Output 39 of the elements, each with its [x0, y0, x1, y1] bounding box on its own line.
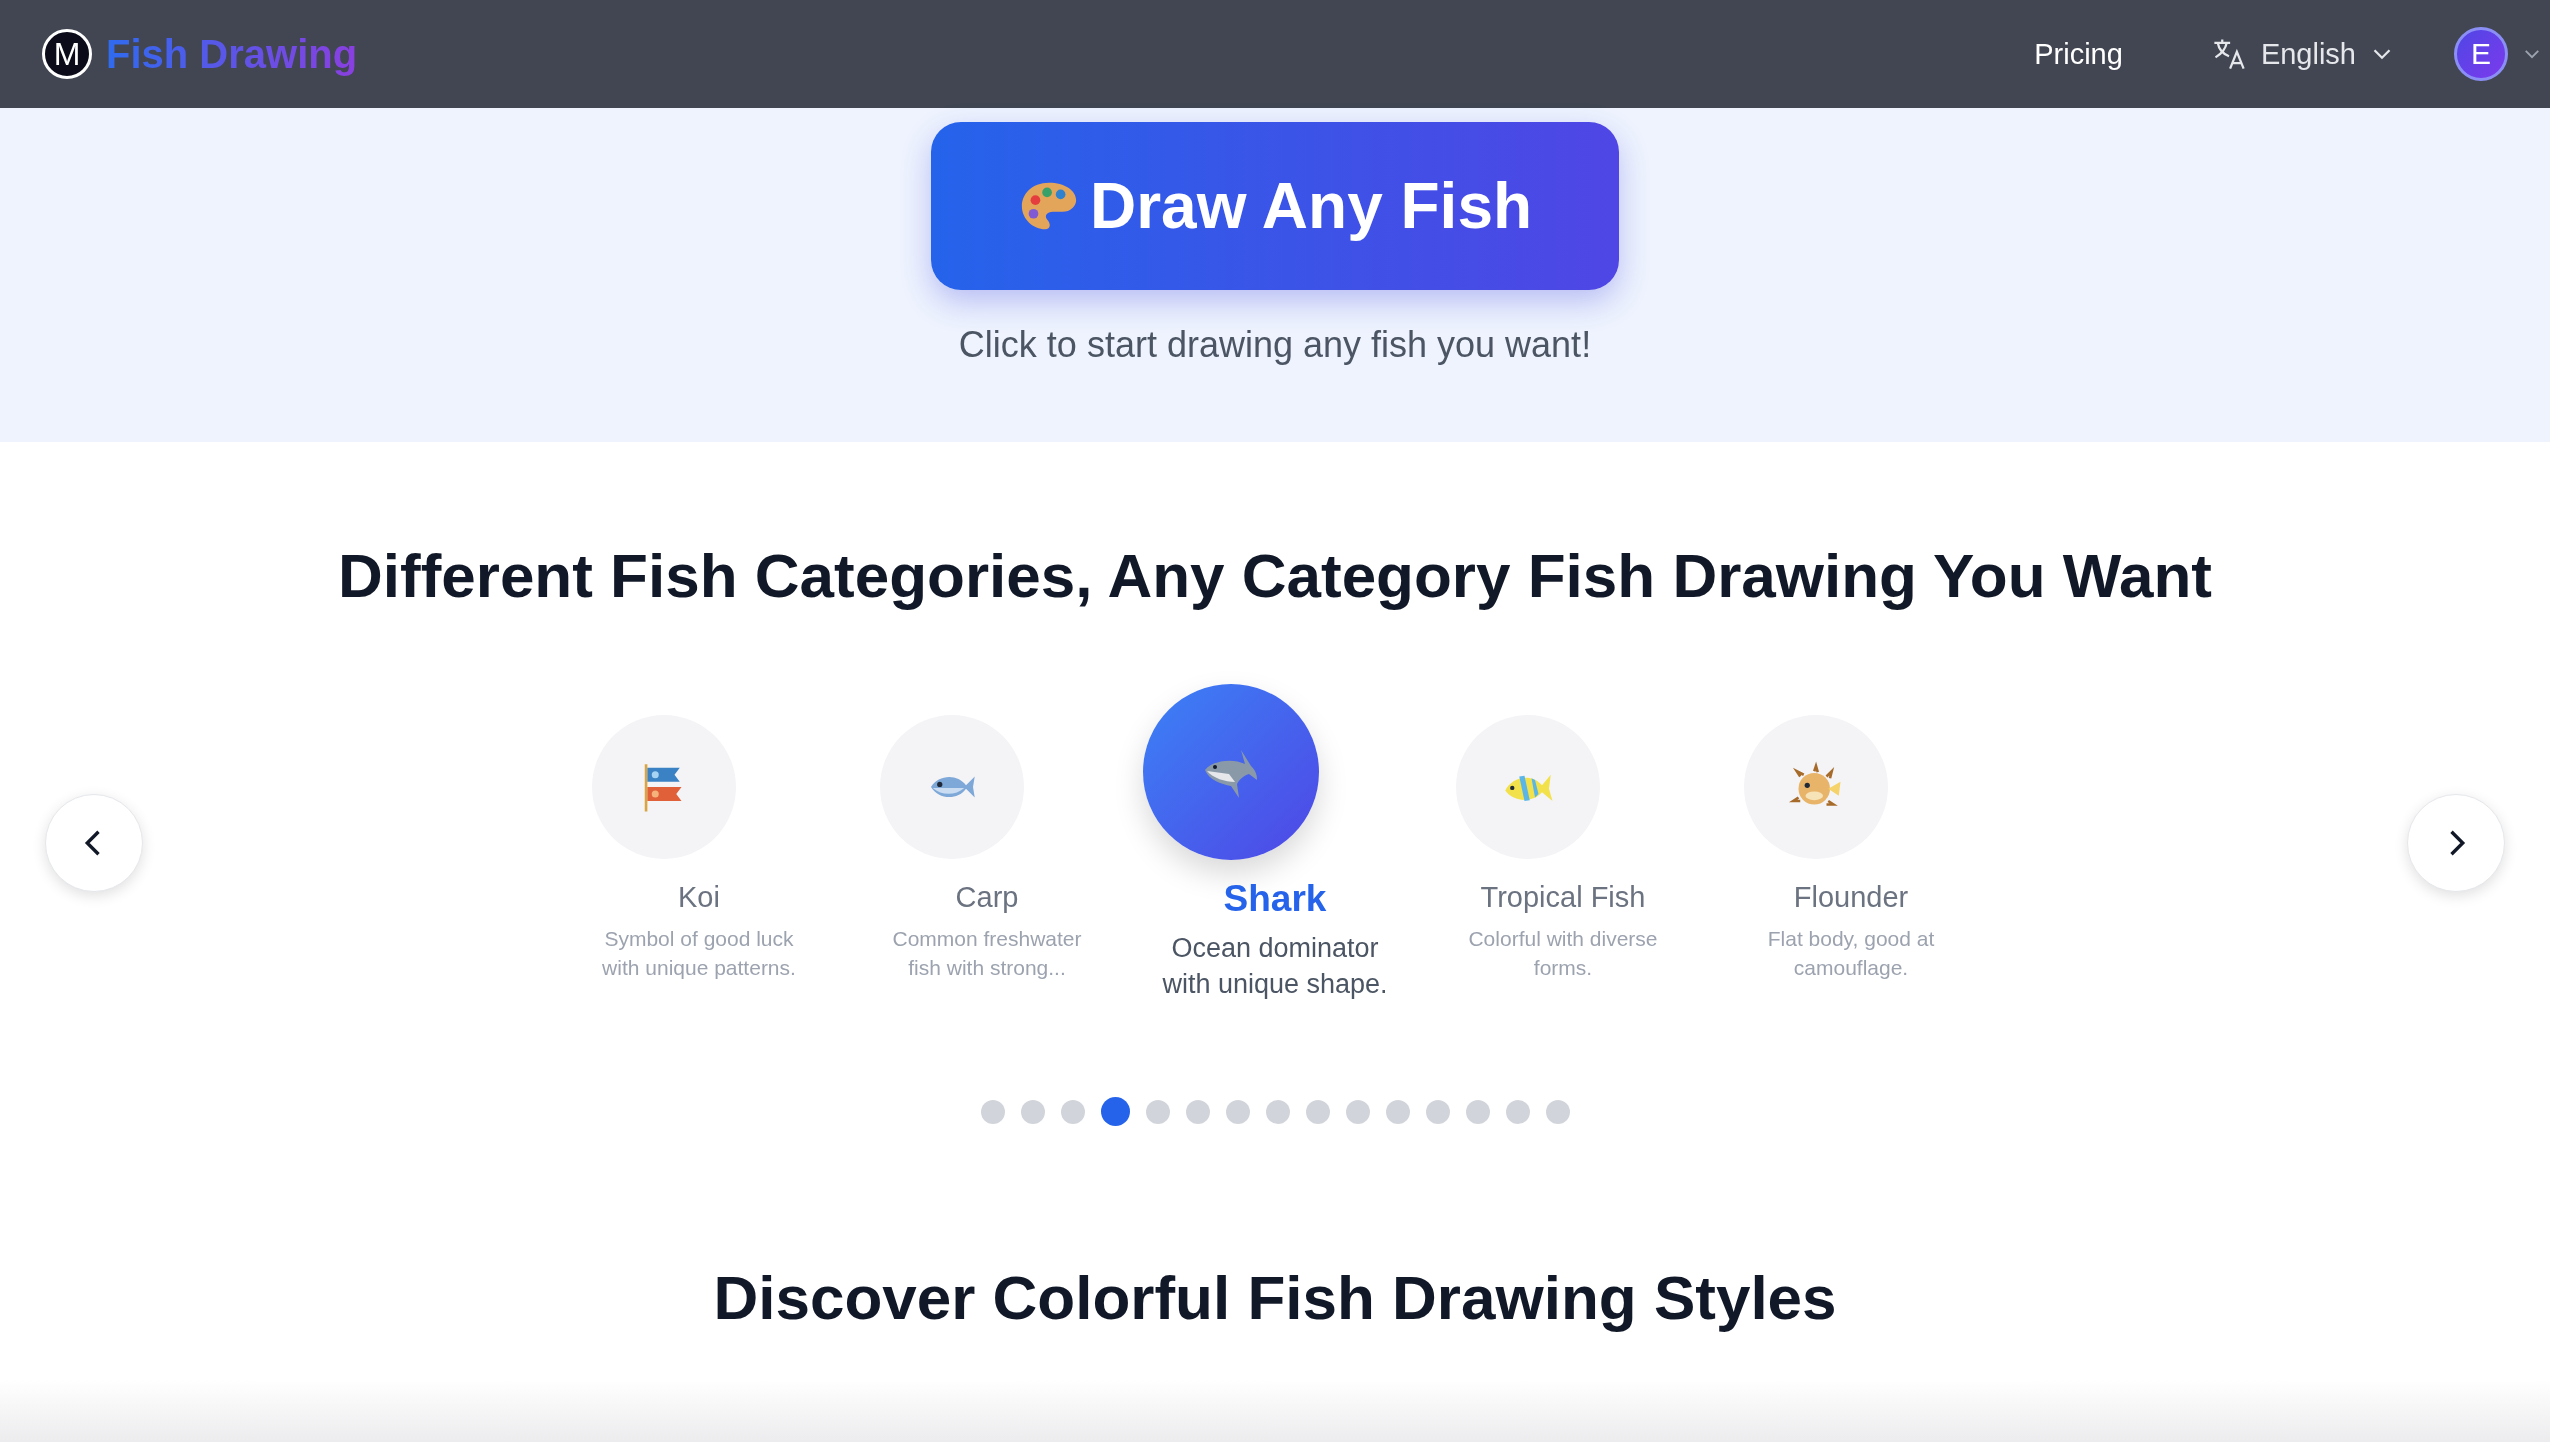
- language-label: English: [2260, 37, 2356, 71]
- pagination-dot[interactable]: [1145, 1099, 1170, 1124]
- pagination-dot[interactable]: [1225, 1099, 1250, 1124]
- pagination-dot[interactable]: [1265, 1099, 1290, 1124]
- category-card[interactable]: Tropical Fish Colorful with diverse forms.: [1419, 684, 1707, 982]
- draw-any-fish-button[interactable]: Draw Any Fish: [931, 122, 1619, 290]
- pagination-dot[interactable]: [1345, 1099, 1370, 1124]
- category-card[interactable]: Shark Ocean dominator with unique shape.: [1131, 684, 1419, 1002]
- category-description: Ocean dominator with unique shape.: [1161, 932, 1389, 1001]
- user-avatar[interactable]: E: [2454, 27, 2508, 81]
- language-selector[interactable]: English: [2210, 36, 2394, 72]
- category-description: Common freshwater fish with strong...: [891, 926, 1083, 981]
- nav-link[interactable]: Pricing: [2034, 37, 2123, 71]
- category-name: Carp: [955, 881, 1019, 914]
- section-heading: Discover Colorful Fish Drawing Styles: [713, 1262, 1837, 1334]
- pagination-dot[interactable]: [1465, 1099, 1490, 1124]
- pagination-dot[interactable]: [1100, 1097, 1130, 1126]
- category-card[interactable]: Flounder Flat body, good at camouflage.: [1707, 684, 1995, 982]
- category-name: Koi: [678, 881, 720, 914]
- category-card[interactable]: Koi Symbol of good luck with unique patterns.: [555, 684, 843, 982]
- pagination-dot[interactable]: [980, 1099, 1005, 1124]
- pagination-dot[interactable]: [1020, 1099, 1045, 1124]
- pagination-dot[interactable]: [1305, 1099, 1330, 1124]
- pagination-dot[interactable]: [1545, 1099, 1570, 1124]
- pagination-dot[interactable]: [1060, 1099, 1085, 1124]
- category-description: Colorful with diverse forms.: [1467, 926, 1659, 981]
- pagination-dot[interactable]: [1425, 1099, 1450, 1124]
- category-name: Tropical Fish: [1480, 881, 1646, 914]
- pagination-dot[interactable]: [1385, 1099, 1410, 1124]
- category-card[interactable]: Carp Common freshwater fish with strong...: [843, 684, 1131, 982]
- section-heading: Different Fish Categories, Any Category Fish Drawing You Want: [338, 540, 2212, 612]
- category-name: Shark: [1223, 878, 1327, 920]
- category-description: Symbol of good luck with unique patterns.: [601, 926, 797, 981]
- category-description: Flat body, good at camouflage.: [1766, 926, 1936, 981]
- logo-mark[interactable]: M: [42, 29, 92, 79]
- pagination-dot[interactable]: [1185, 1099, 1210, 1124]
- hero-subtitle: Click to start drawing any fish you want!: [958, 324, 1592, 366]
- category-name: Flounder: [1793, 881, 1909, 914]
- pagination-dot[interactable]: [1505, 1099, 1530, 1124]
